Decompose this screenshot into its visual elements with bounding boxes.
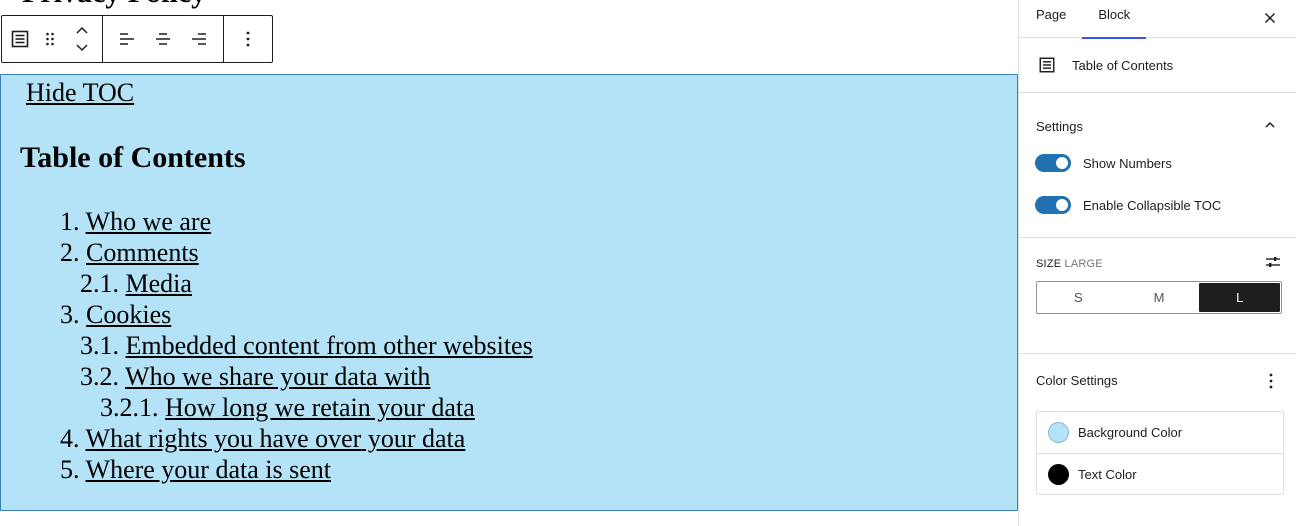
show-numbers-row: Show Numbers — [1035, 154, 1172, 172]
text-color-item[interactable]: Text Color — [1037, 453, 1283, 494]
toc-item-link[interactable]: Where your data is sent — [86, 455, 331, 484]
toc-title: Table of Contents — [20, 141, 246, 174]
size-label: Size Large — [1036, 258, 1103, 270]
toc-item-link[interactable]: Who we share your data with — [125, 362, 430, 391]
settings-panel: Settings Show Numbers Enable Collapsible… — [1019, 93, 1296, 238]
table-of-contents-icon — [1039, 57, 1055, 73]
size-toggle-group: S M L — [1036, 281, 1282, 314]
toc-item-number: 2. — [60, 238, 80, 267]
hide-toc-link[interactable]: Hide TOC — [26, 78, 134, 108]
toc-item-link[interactable]: Cookies — [86, 300, 171, 329]
table-of-contents-icon — [11, 30, 29, 48]
chevron-up-icon — [1265, 121, 1275, 128]
settings-sidebar: Page Block Table of Contents Settings Sh… — [1018, 0, 1296, 526]
close-icon — [1264, 12, 1276, 24]
background-color-label: Background Color — [1078, 425, 1183, 440]
toolbar-block-group — [2, 16, 103, 62]
toc-item-link[interactable]: What rights you have over your data — [86, 424, 466, 453]
drag-handle-icon — [46, 32, 54, 46]
text-color-label: Text Color — [1078, 466, 1137, 482]
toolbar-options-group — [224, 16, 272, 62]
toc-item-number: 3.2.1. — [100, 393, 159, 422]
mover-buttons — [62, 16, 102, 62]
block-card: Table of Contents — [1019, 38, 1296, 93]
toolbar-align-group — [103, 16, 224, 62]
toc-item-number: 1. — [60, 207, 80, 236]
color-list: Background Color Text Color — [1036, 411, 1284, 495]
toc-item-number: 3. — [60, 300, 80, 329]
size-settings-button[interactable] — [1265, 254, 1281, 275]
background-color-swatch — [1048, 422, 1069, 443]
toc-item-number: 5. — [60, 455, 80, 484]
block-type-button[interactable] — [2, 16, 38, 62]
drag-handle[interactable] — [38, 16, 62, 62]
align-left-button[interactable] — [109, 16, 145, 62]
block-card-title: Table of Contents — [1072, 57, 1174, 73]
sidebar-tabs: Page Block — [1019, 0, 1296, 39]
toc-item-link[interactable]: Embedded content from other websites — [126, 331, 533, 360]
align-center-button[interactable] — [145, 16, 181, 62]
sliders-icon — [1266, 257, 1280, 267]
block-options-button[interactable] — [230, 16, 266, 62]
toc-list: 1. Who we are 2. Comments 2.1. Media 3. … — [1, 206, 533, 485]
more-options-icon — [1269, 373, 1273, 389]
toc-item-link[interactable]: How long we retain your data — [165, 393, 475, 422]
size-label-text: Size — [1036, 258, 1062, 270]
show-numbers-label: Show Numbers — [1083, 155, 1172, 171]
toc-item-link[interactable]: Who we are — [86, 207, 212, 236]
toc-item: 3.2.1. How long we retain your data — [1, 392, 533, 423]
size-panel: Size Large S M L — [1019, 239, 1296, 354]
settings-collapse-button[interactable] — [1260, 115, 1280, 135]
align-right-button[interactable] — [181, 16, 217, 62]
toc-item-number: 3.2. — [80, 362, 119, 391]
toc-item: 3.2. Who we share your data with — [1, 361, 533, 392]
size-current-value: Large — [1064, 258, 1103, 270]
show-numbers-toggle[interactable] — [1035, 154, 1071, 172]
text-color-swatch — [1048, 463, 1069, 485]
collapsible-toc-row: Enable Collapsible TOC — [1035, 196, 1221, 214]
color-settings-title: Color Settings — [1036, 373, 1118, 388]
background-color-item[interactable]: Background Color — [1037, 412, 1283, 453]
tab-page[interactable]: Page — [1019, 0, 1082, 38]
more-options-icon — [246, 31, 250, 47]
page-heading: Privacy Policy — [22, 0, 206, 10]
toc-item: 3. Cookies — [1, 299, 533, 330]
move-up-icon[interactable] — [75, 26, 89, 36]
align-left-icon — [120, 33, 134, 45]
editor-canvas: Privacy Policy — [0, 0, 1018, 526]
toc-item-number: 4. — [60, 424, 80, 453]
move-down-icon[interactable] — [75, 42, 89, 52]
toc-item: 5. Where your data is sent — [1, 454, 533, 485]
toc-item-link[interactable]: Media — [126, 269, 192, 298]
tab-block[interactable]: Block — [1082, 0, 1146, 39]
close-sidebar-button[interactable] — [1258, 6, 1282, 30]
align-right-icon — [192, 33, 206, 45]
toc-item: 3.1. Embedded content from other website… — [1, 330, 533, 361]
size-option-small[interactable]: S — [1038, 283, 1119, 312]
size-option-large[interactable]: L — [1199, 283, 1281, 312]
size-option-medium[interactable]: M — [1119, 283, 1200, 312]
toc-item-link[interactable]: Comments — [86, 238, 199, 267]
collapsible-toc-label: Enable Collapsible TOC — [1083, 197, 1222, 213]
toc-item-number: 3.1. — [80, 331, 119, 360]
color-options-button[interactable] — [1259, 369, 1283, 393]
settings-panel-title[interactable]: Settings — [1036, 119, 1083, 134]
toc-item: 2. Comments — [1, 237, 533, 268]
align-center-icon — [156, 33, 170, 45]
toc-item-number: 2.1. — [80, 269, 119, 298]
table-of-contents-block[interactable]: Hide TOC Table of Contents 1. Who we are… — [0, 74, 1018, 511]
toc-item: 2.1. Media — [1, 268, 533, 299]
block-toolbar — [1, 15, 273, 63]
toc-item: 1. Who we are — [1, 206, 533, 237]
collapsible-toc-toggle[interactable] — [1035, 196, 1071, 214]
toc-item: 4. What rights you have over your data — [1, 423, 533, 454]
